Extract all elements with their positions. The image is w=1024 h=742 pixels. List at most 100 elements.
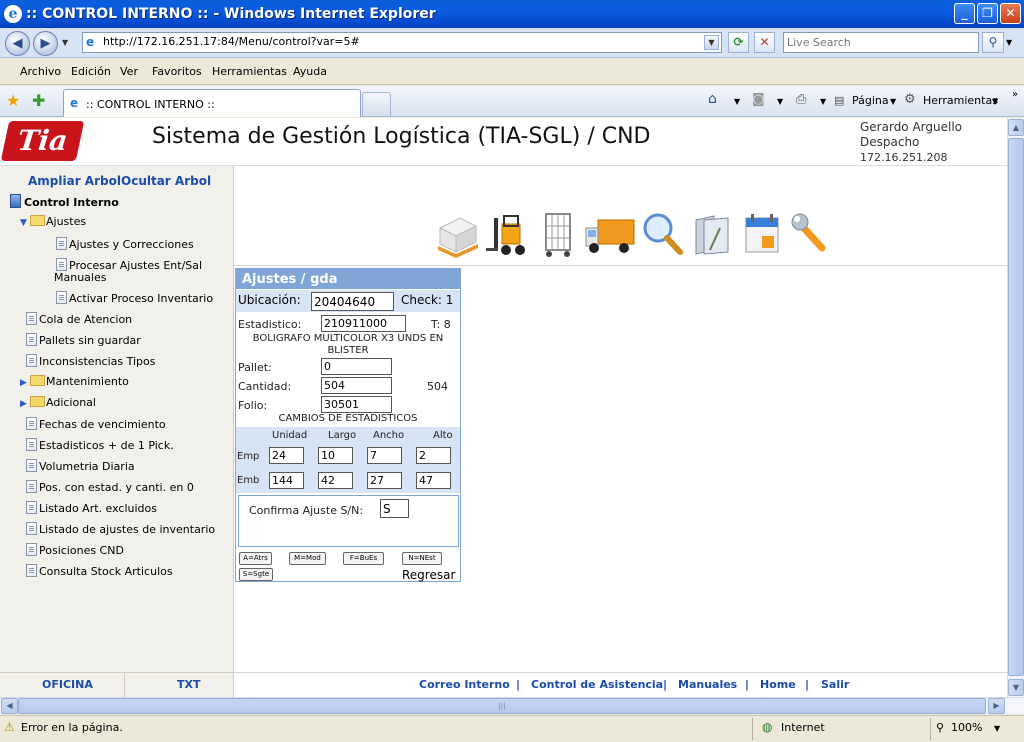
search-input[interactable] — [784, 33, 974, 52]
tree-item-ajustes[interactable]: ▼ Ajustes — [20, 215, 86, 228]
tree-item-fechas[interactable]: Fechas de vencimiento — [26, 417, 166, 431]
warning-icon[interactable]: ⚠ — [4, 720, 15, 734]
tree-item-inconsistencias[interactable]: Inconsistencias Tipos — [26, 354, 156, 368]
zoom-level[interactable]: 100% — [951, 721, 982, 734]
tools-dropdown-icon[interactable]: ▼ — [992, 97, 998, 106]
collapse-triangle-icon[interactable]: ▼ — [20, 218, 30, 228]
scroll-right-icon[interactable]: ▶ — [988, 698, 1005, 714]
estadistico-input[interactable] — [321, 315, 406, 332]
emb-ancho-input[interactable] — [367, 472, 402, 489]
emp-largo-input[interactable] — [318, 447, 353, 464]
tree-item-procesar-ajustes[interactable]: Procesar Ajustes Ent/Sal — [56, 258, 202, 272]
horizontal-scrollbar[interactable]: ◀ ||| ▶ — [0, 697, 1024, 714]
tab-control-interno[interactable]: e :: CONTROL INTERNO :: — [63, 89, 361, 117]
feeds-icon[interactable]: ◙ — [752, 92, 765, 107]
recent-pages-dropdown-icon[interactable]: ▼ — [62, 38, 68, 47]
forward-button[interactable]: ▶ — [33, 31, 58, 56]
new-tab-button[interactable] — [362, 92, 391, 116]
hide-tree-link[interactable]: Ocultar Arbol — [121, 174, 211, 188]
favorites-star-icon[interactable]: ★ — [6, 91, 20, 110]
close-button[interactable]: ✕ — [1000, 3, 1021, 24]
tree-item-activar-inventario[interactable]: Activar Proceso Inventario — [56, 291, 213, 305]
search-button[interactable]: ⚲ — [982, 32, 1004, 53]
tree-item-posiciones[interactable]: Posiciones CND — [26, 543, 124, 557]
scroll-down-icon[interactable]: ▼ — [1008, 679, 1024, 696]
emp-alto-input[interactable] — [416, 447, 451, 464]
minimize-button[interactable]: _ — [954, 3, 975, 24]
scroll-left-icon[interactable]: ◀ — [1, 698, 18, 714]
pallet-icon[interactable] — [436, 210, 480, 258]
correo-interno-link[interactable]: Correo Interno — [419, 678, 510, 691]
address-field[interactable]: e ▼ — [82, 32, 722, 53]
search-options-icon[interactable]: ▼ — [1006, 38, 1012, 47]
stop-button[interactable]: ✕ — [754, 32, 775, 53]
oficina-link[interactable]: OFICINA — [42, 678, 93, 691]
folders-icon[interactable] — [690, 210, 734, 258]
home-link[interactable]: Home — [760, 678, 796, 691]
zoom-dropdown-icon[interactable]: ▼ — [994, 724, 1000, 733]
manuales-link[interactable]: Manuales — [678, 678, 737, 691]
folio-input[interactable] — [321, 396, 392, 413]
forklift-icon[interactable] — [486, 210, 530, 258]
url-input[interactable] — [103, 35, 703, 48]
address-dropdown-icon[interactable]: ▼ — [704, 35, 719, 50]
menu-ver[interactable]: Ver — [120, 65, 138, 78]
page-menu[interactable]: Página — [852, 94, 889, 107]
add-favorite-icon[interactable]: ✚ — [32, 91, 45, 110]
print-icon[interactable]: ⎙ — [796, 92, 806, 107]
emp-ancho-input[interactable] — [367, 447, 402, 464]
tree-item-estadisticos[interactable]: Estadisticos + de 1 Pick. — [26, 438, 174, 452]
tree-item-volumetria[interactable]: Volumetria Diaria — [26, 459, 135, 473]
regresar-link[interactable]: Regresar — [402, 568, 455, 582]
expand-triangle-icon[interactable]: ▶ — [20, 399, 30, 409]
tools-menu[interactable]: Herramientas — [923, 94, 998, 107]
key-atras-button[interactable]: A=Atrs — [239, 552, 272, 565]
emb-alto-input[interactable] — [416, 472, 451, 489]
home-dropdown-icon[interactable]: ▼ — [734, 97, 740, 106]
ubicacion-input[interactable] — [311, 292, 394, 311]
back-button[interactable]: ◀ — [5, 31, 30, 56]
tree-item-consulta-stock[interactable]: Consulta Stock Articulos — [26, 564, 173, 578]
control-asistencia-link[interactable]: Control de Asistencia — [531, 678, 663, 691]
page-dropdown-icon[interactable]: ▼ — [890, 97, 896, 106]
txt-link[interactable]: TXT — [177, 678, 201, 691]
menu-herramientas[interactable]: Herramientas — [212, 65, 287, 78]
key-sgte-button[interactable]: S=Sgte — [239, 568, 273, 581]
emp-unidad-input[interactable] — [269, 447, 304, 464]
home-icon[interactable]: ⌂ — [708, 91, 717, 107]
vertical-scroll-thumb[interactable] — [1008, 138, 1024, 676]
tree-item-procesar-ajustes-cont[interactable]: Manuales — [54, 271, 106, 284]
tree-item-mantenimiento[interactable]: ▶ Mantenimiento — [20, 375, 129, 388]
expand-triangle-icon[interactable]: ▶ — [20, 378, 30, 388]
menu-archivo[interactable]: Archivo — [20, 65, 61, 78]
key-mod-button[interactable]: M=Mod — [289, 552, 326, 565]
menu-favoritos[interactable]: Favoritos — [152, 65, 202, 78]
search-box[interactable] — [783, 32, 979, 53]
refresh-button[interactable]: ⟳ — [728, 32, 749, 53]
menu-ayuda[interactable]: Ayuda — [293, 65, 327, 78]
key-bues-button[interactable]: F=BuEs — [343, 552, 384, 565]
vertical-scrollbar[interactable]: ▲ ▼ — [1007, 118, 1024, 697]
tree-item-cola-atencion[interactable]: Cola de Atencion — [26, 312, 132, 326]
calendar-icon[interactable] — [740, 210, 784, 258]
truck-icon[interactable] — [584, 210, 636, 258]
expand-tree-link[interactable]: Ampliar Arbol — [28, 174, 121, 188]
tree-item-pos-estad[interactable]: Pos. con estad. y canti. en 0 — [26, 480, 194, 494]
wrench-icon[interactable] — [788, 210, 832, 258]
menu-edicion[interactable]: Edición — [71, 65, 111, 78]
chevron-more-icon[interactable]: » — [1012, 89, 1018, 100]
tree-item-listado-ajustes[interactable]: Listado de ajustes de inventario — [26, 522, 215, 536]
tree-item-excluidos[interactable]: Listado Art. excluidos — [26, 501, 157, 515]
cage-cart-icon[interactable] — [536, 210, 580, 258]
cantidad-input[interactable] — [321, 377, 392, 394]
emb-largo-input[interactable] — [318, 472, 353, 489]
salir-link[interactable]: Salir — [821, 678, 849, 691]
feeds-dropdown-icon[interactable]: ▼ — [777, 97, 783, 106]
horizontal-scroll-thumb[interactable]: ||| — [18, 698, 986, 714]
maximize-button[interactable]: ❐ — [977, 3, 998, 24]
tree-item-ajustes-correcciones[interactable]: Ajustes y Correcciones — [56, 237, 194, 251]
scroll-up-icon[interactable]: ▲ — [1008, 119, 1024, 136]
emb-unidad-input[interactable] — [269, 472, 304, 489]
tree-item-adicional[interactable]: ▶ Adicional — [20, 396, 96, 409]
key-nest-button[interactable]: N=NEst — [402, 552, 442, 565]
